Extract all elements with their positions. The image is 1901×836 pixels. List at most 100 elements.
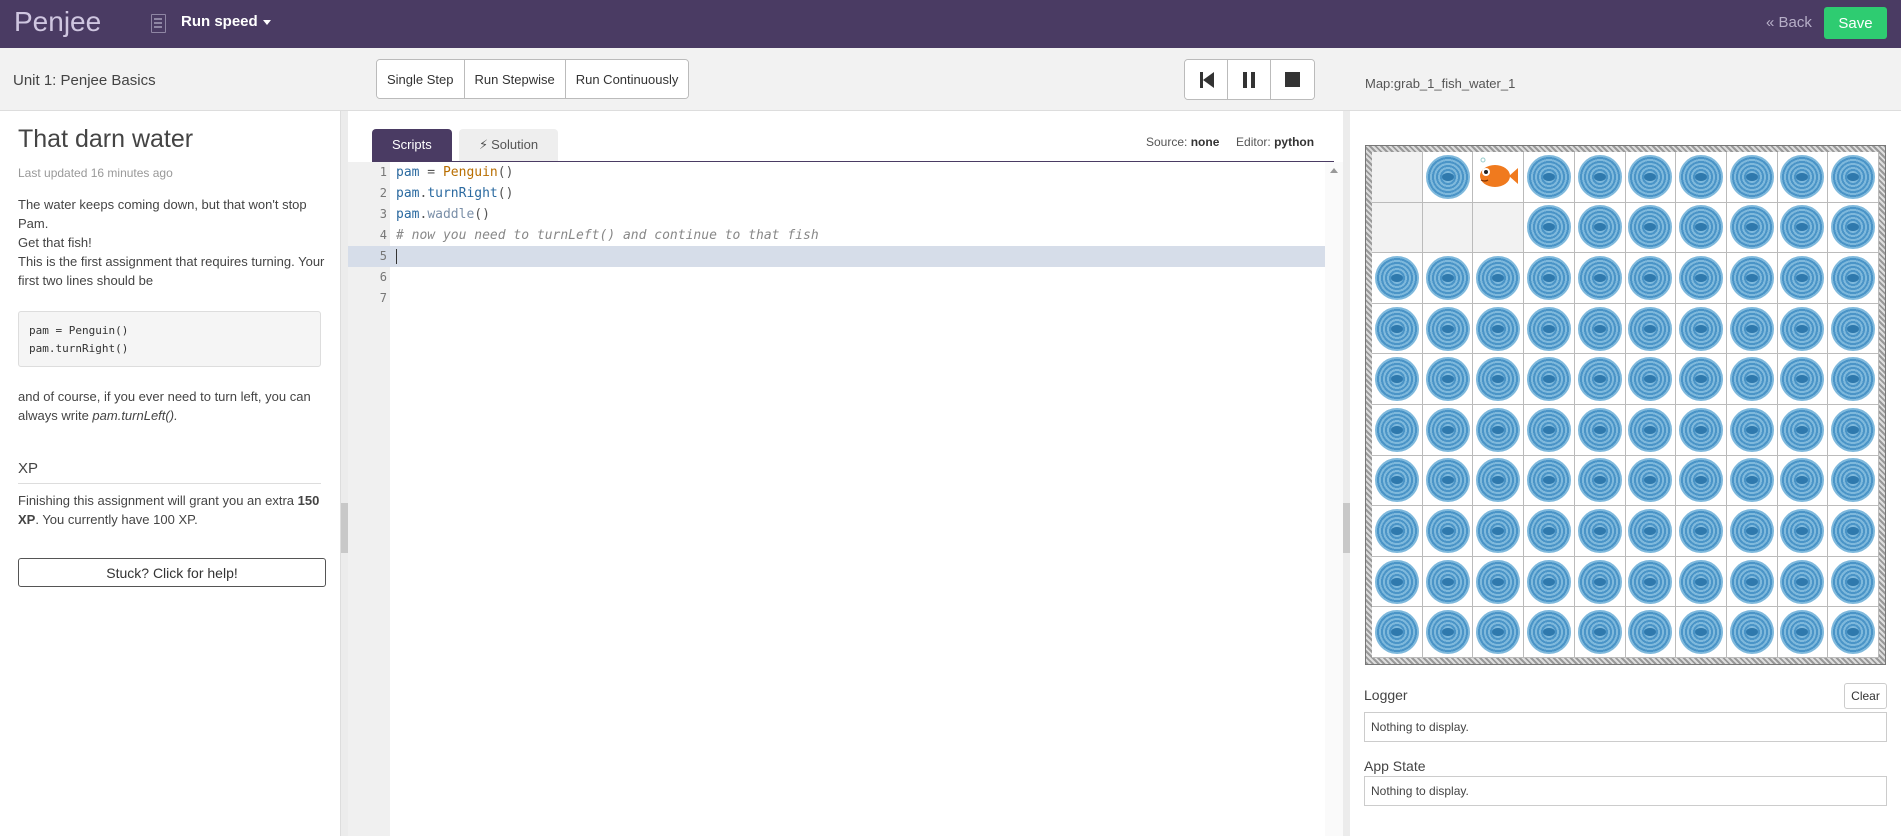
water-icon xyxy=(1574,152,1626,203)
run-speed-dropdown[interactable]: Run speed xyxy=(181,13,271,30)
water-icon xyxy=(1726,506,1778,557)
water-icon xyxy=(1777,354,1829,405)
clear-logger-button[interactable]: Clear xyxy=(1844,683,1887,709)
app-state-label: App State xyxy=(1364,758,1426,774)
back-link[interactable]: « Back xyxy=(1766,14,1812,31)
water-icon xyxy=(1777,607,1829,658)
water-icon xyxy=(1676,202,1727,254)
line-number: 7 xyxy=(379,291,387,305)
water-icon xyxy=(1372,303,1423,355)
code-editor[interactable]: 1 pam = Penguin() 2 pam.turnRight() 3 pa… xyxy=(348,162,1325,836)
xp-text-part: Finishing this assignment will grant you… xyxy=(18,493,298,508)
water-icon xyxy=(1524,556,1575,608)
editor-scrollbar[interactable] xyxy=(1325,162,1343,836)
water-icon xyxy=(1422,303,1474,355)
code-line[interactable]: 6 xyxy=(348,267,1325,288)
tab-scripts[interactable]: Scripts xyxy=(372,129,452,161)
map-name: Map:grab_1_fish_water_1 xyxy=(1365,76,1516,91)
right-splitter[interactable] xyxy=(1343,111,1350,836)
water-icon xyxy=(1676,354,1727,405)
toolbar: Unit 1: Penjee Basics Single Step Run St… xyxy=(0,48,1901,111)
desc-line: This is the first assignment that requir… xyxy=(18,254,325,288)
water-icon xyxy=(1777,202,1829,254)
water-icon xyxy=(1676,303,1727,355)
water-icon xyxy=(1524,455,1575,507)
app-state-output: Nothing to display. xyxy=(1364,776,1887,806)
water-icon xyxy=(1828,253,1879,304)
water-icon xyxy=(1574,455,1626,507)
document-icon[interactable] xyxy=(151,14,166,33)
water-icon xyxy=(1777,152,1829,203)
stop-icon[interactable] xyxy=(1271,60,1314,99)
water-icon xyxy=(1422,354,1474,405)
water-icon xyxy=(1726,253,1778,304)
text-cursor xyxy=(396,249,397,264)
bolt-icon: ⚡ xyxy=(479,137,489,152)
code-line[interactable]: 2 pam.turnRight() xyxy=(348,183,1325,204)
help-button[interactable]: Stuck? Click for help! xyxy=(18,558,326,587)
water-icon xyxy=(1574,202,1626,254)
code-line[interactable]: 1 pam = Penguin() xyxy=(348,162,1325,183)
map-cell-empty xyxy=(1372,202,1423,254)
logger-output: Nothing to display. xyxy=(1364,712,1887,742)
water-icon xyxy=(1726,152,1778,203)
water-icon xyxy=(1726,202,1778,254)
water-icon xyxy=(1625,354,1677,405)
water-icon xyxy=(1828,354,1879,405)
lesson-title: That darn water xyxy=(18,125,194,153)
water-icon xyxy=(1828,556,1879,608)
code-example-line: pam = Penguin() xyxy=(29,324,129,337)
water-icon xyxy=(1676,455,1727,507)
code-line[interactable]: 3 pam.waddle() xyxy=(348,204,1325,225)
water-icon xyxy=(1828,152,1879,203)
scroll-up-icon[interactable] xyxy=(1330,168,1338,173)
source-label: Source: xyxy=(1146,135,1188,149)
code-text: pam.waddle() xyxy=(396,207,490,222)
code-line[interactable]: 7 xyxy=(348,288,1325,309)
water-icon xyxy=(1676,506,1727,557)
water-icon xyxy=(1726,303,1778,355)
code-text: pam.turnRight() xyxy=(396,186,514,201)
editor-value: python xyxy=(1274,135,1315,149)
splitter-handle[interactable] xyxy=(341,503,348,553)
code-line[interactable]: 4 # now you need to turnLeft() and conti… xyxy=(348,225,1325,246)
last-updated: Last updated 16 minutes ago xyxy=(18,166,173,180)
water-icon xyxy=(1625,506,1677,557)
desc-line: Get that fish! xyxy=(18,235,92,250)
code-example-line: pam.turnRight() xyxy=(29,342,129,355)
code-line-active[interactable]: 5 xyxy=(348,246,1325,267)
save-button[interactable]: Save xyxy=(1824,7,1887,39)
water-icon xyxy=(1574,303,1626,355)
water-icon xyxy=(1726,607,1778,658)
water-icon xyxy=(1676,607,1727,658)
brand-logo[interactable]: Penjee xyxy=(14,6,101,38)
water-icon xyxy=(1574,404,1626,456)
single-step-button[interactable]: Single Step xyxy=(377,60,465,98)
code-example: pam = Penguin() pam.turnRight() xyxy=(18,311,321,367)
xp-heading: XP xyxy=(18,460,321,484)
left-splitter[interactable] xyxy=(341,111,348,836)
water-icon xyxy=(1372,354,1423,405)
step-back-icon[interactable] xyxy=(1185,60,1228,99)
source-info: Source: none Editor: python xyxy=(1146,135,1314,149)
run-stepwise-button[interactable]: Run Stepwise xyxy=(464,60,566,98)
water-icon xyxy=(1372,253,1423,304)
water-icon xyxy=(1422,404,1474,456)
pause-icon[interactable] xyxy=(1228,60,1271,99)
water-icon xyxy=(1625,152,1677,203)
run-continuously-button[interactable]: Run Continuously xyxy=(565,60,689,98)
water-icon xyxy=(1372,506,1423,557)
tab-solution[interactable]: ⚡ Solution xyxy=(459,129,559,161)
xp-text: Finishing this assignment will grant you… xyxy=(18,491,328,529)
water-icon xyxy=(1574,607,1626,658)
water-icon xyxy=(1828,303,1879,355)
map-cell-fish xyxy=(1473,152,1525,203)
water-icon xyxy=(1726,354,1778,405)
water-icon xyxy=(1372,404,1423,456)
splitter-handle[interactable] xyxy=(1343,503,1350,553)
water-icon xyxy=(1372,607,1423,658)
water-icon xyxy=(1676,253,1727,304)
desc-line: The water keeps coming down, but that wo… xyxy=(18,197,307,231)
water-icon xyxy=(1524,354,1575,405)
water-icon xyxy=(1828,404,1879,456)
